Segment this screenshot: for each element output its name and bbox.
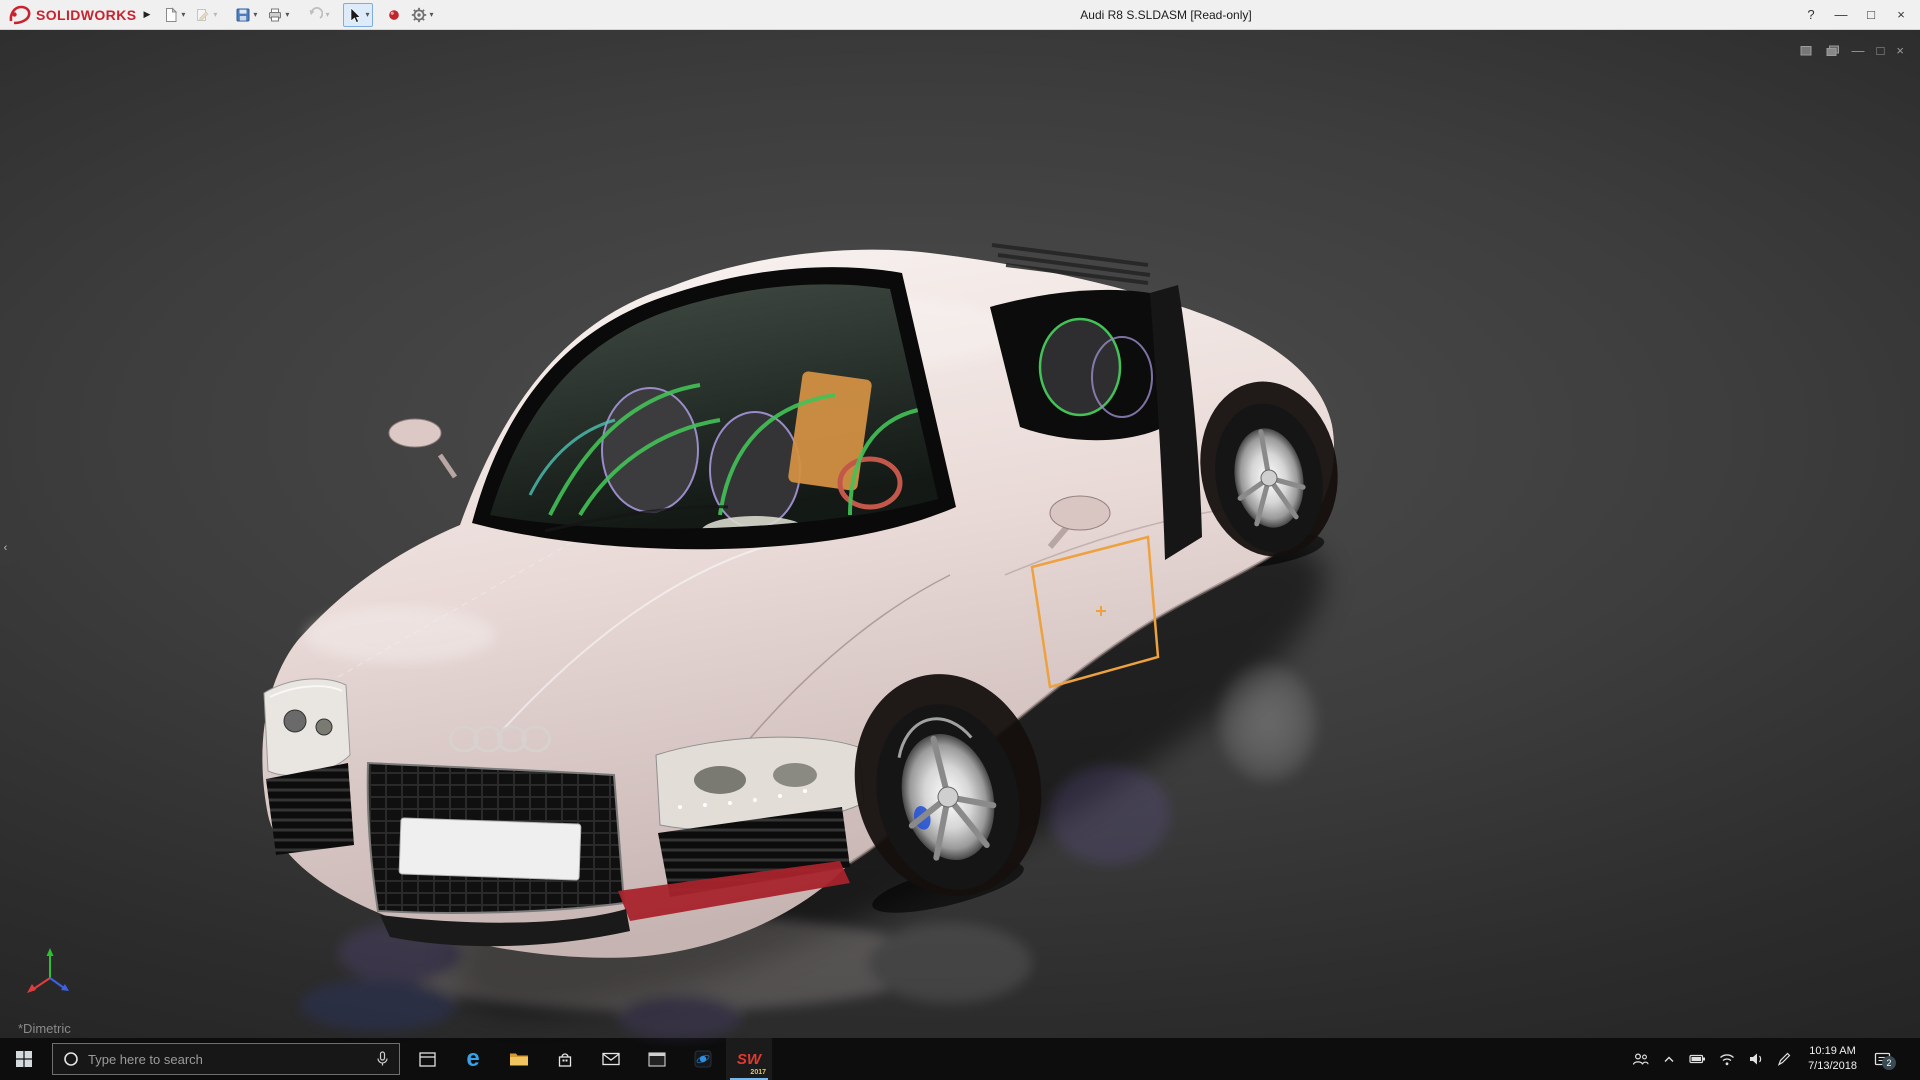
dassault-logo-icon xyxy=(8,5,32,25)
solidworks-year-label: 2017 xyxy=(750,1069,766,1076)
solidworks-logo-text: SOLIDWORKS xyxy=(36,7,136,23)
close-button[interactable]: × xyxy=(1886,0,1916,30)
mail-icon xyxy=(602,1052,620,1066)
app-window-icon xyxy=(648,1052,666,1067)
dropdown-arrow-icon[interactable]: ▾ xyxy=(253,10,257,19)
undo-icon xyxy=(307,7,323,23)
doc-close-button[interactable]: × xyxy=(1896,44,1904,58)
action-center-button[interactable]: 2 xyxy=(1874,1052,1891,1067)
appearance-sphere-icon xyxy=(387,7,401,23)
volume-button[interactable] xyxy=(1748,1052,1764,1066)
document-window-controls: — □ × xyxy=(1800,44,1904,58)
pen-icon xyxy=(1777,1052,1791,1066)
titlebar: SOLIDWORKS ▶ ▾ ▾ ▾ xyxy=(0,0,1920,30)
windows-logo-icon xyxy=(16,1051,32,1067)
undo-button[interactable]: ▾ xyxy=(303,3,333,27)
front-grille[interactable] xyxy=(368,763,624,913)
dropdown-arrow-icon[interactable]: ▾ xyxy=(429,10,433,19)
windows-ink-button[interactable] xyxy=(1777,1052,1791,1066)
cortana-icon xyxy=(63,1051,79,1067)
speaker-icon xyxy=(1748,1052,1764,1066)
dropdown-arrow-icon[interactable]: ▾ xyxy=(285,10,289,19)
left-headlight[interactable] xyxy=(264,679,350,776)
new-document-icon xyxy=(163,7,179,23)
hidden-icons-button[interactable] xyxy=(1662,1054,1676,1064)
taskbar-file-explorer-button[interactable] xyxy=(496,1038,542,1080)
store-bag-icon xyxy=(557,1051,573,1068)
wifi-icon xyxy=(1719,1053,1735,1066)
new-document-button[interactable]: ▾ xyxy=(159,3,189,27)
appearance-button[interactable] xyxy=(383,3,405,27)
notification-badge: 2 xyxy=(1882,1056,1896,1070)
start-button[interactable] xyxy=(0,1038,48,1080)
doc-minimize-button[interactable]: — xyxy=(1852,44,1865,58)
window-cascade-icon[interactable] xyxy=(1826,45,1840,57)
chevron-up-icon xyxy=(1662,1054,1676,1064)
taskbar-3d-app-button[interactable] xyxy=(680,1038,726,1080)
people-icon xyxy=(1632,1052,1649,1066)
network-button[interactable] xyxy=(1719,1053,1735,1066)
window-icon[interactable] xyxy=(1800,45,1814,57)
window-title: Audi R8 S.SLDASM [Read-only] xyxy=(1080,0,1251,30)
print-button[interactable]: ▾ xyxy=(263,3,293,27)
maximize-button[interactable]: □ xyxy=(1856,0,1886,30)
options-button[interactable]: ▾ xyxy=(407,3,437,27)
people-button[interactable] xyxy=(1632,1052,1649,1066)
save-icon xyxy=(235,7,251,23)
taskbar-solidworks-button[interactable]: SW 2017 xyxy=(726,1038,772,1080)
toolbar-flyout-arrow-icon[interactable]: ▶ xyxy=(136,9,157,20)
solidworks-app-icon: SW xyxy=(737,1051,761,1068)
select-tool-button[interactable]: ▾ xyxy=(343,3,373,27)
quick-access-toolbar: ▾ ▾ ▾ ▾ xyxy=(159,3,437,27)
print-icon xyxy=(267,7,283,23)
select-cursor-icon xyxy=(347,7,363,23)
solidworks-logo: SOLIDWORKS xyxy=(8,5,136,25)
view-orientation-label: *Dimetric xyxy=(18,1021,71,1036)
taskbar-mail-button[interactable] xyxy=(588,1038,634,1080)
blue-app-icon xyxy=(694,1050,712,1068)
make-drawing-icon xyxy=(195,7,211,23)
panel-collapse-tab[interactable]: ‹ xyxy=(0,530,11,566)
system-tray: 10:19 AM 7/13/2018 2 xyxy=(1632,1038,1920,1080)
chevron-left-icon: ‹ xyxy=(4,542,8,554)
car-model[interactable] xyxy=(250,215,1370,1060)
dropdown-arrow-icon[interactable]: ▾ xyxy=(365,10,369,19)
dropdown-arrow-icon[interactable]: ▾ xyxy=(213,10,217,19)
taskbar-edge-button[interactable]: e xyxy=(450,1038,496,1080)
battery-icon xyxy=(1689,1053,1706,1065)
help-button[interactable]: ? xyxy=(1796,0,1826,30)
windshield[interactable] xyxy=(472,267,956,550)
left-intake xyxy=(266,763,354,855)
file-explorer-icon xyxy=(509,1051,529,1067)
make-drawing-button[interactable]: ▾ xyxy=(191,3,221,27)
clock-date: 7/13/2018 xyxy=(1808,1059,1857,1074)
battery-button[interactable] xyxy=(1689,1053,1706,1065)
window-controls: ? — □ × xyxy=(1796,0,1916,30)
taskbar-store-button[interactable] xyxy=(542,1038,588,1080)
gear-icon xyxy=(411,7,427,23)
task-view-button[interactable] xyxy=(404,1038,450,1080)
edge-icon: e xyxy=(466,1047,479,1071)
save-button[interactable]: ▾ xyxy=(231,3,261,27)
left-side-mirror[interactable] xyxy=(389,419,455,477)
dropdown-arrow-icon[interactable]: ▾ xyxy=(325,10,329,19)
doc-restore-button[interactable]: □ xyxy=(1877,44,1885,58)
clock-time: 10:19 AM xyxy=(1808,1044,1857,1059)
task-view-icon xyxy=(419,1052,436,1067)
graphics-area[interactable]: — □ × xyxy=(0,30,1920,1038)
orientation-triad xyxy=(24,946,74,998)
taskbar-app-window-button[interactable] xyxy=(634,1038,680,1080)
license-plate xyxy=(399,818,581,880)
taskbar-clock[interactable]: 10:19 AM 7/13/2018 xyxy=(1804,1044,1861,1074)
dropdown-arrow-icon[interactable]: ▾ xyxy=(181,10,185,19)
minimize-button[interactable]: — xyxy=(1826,0,1856,30)
